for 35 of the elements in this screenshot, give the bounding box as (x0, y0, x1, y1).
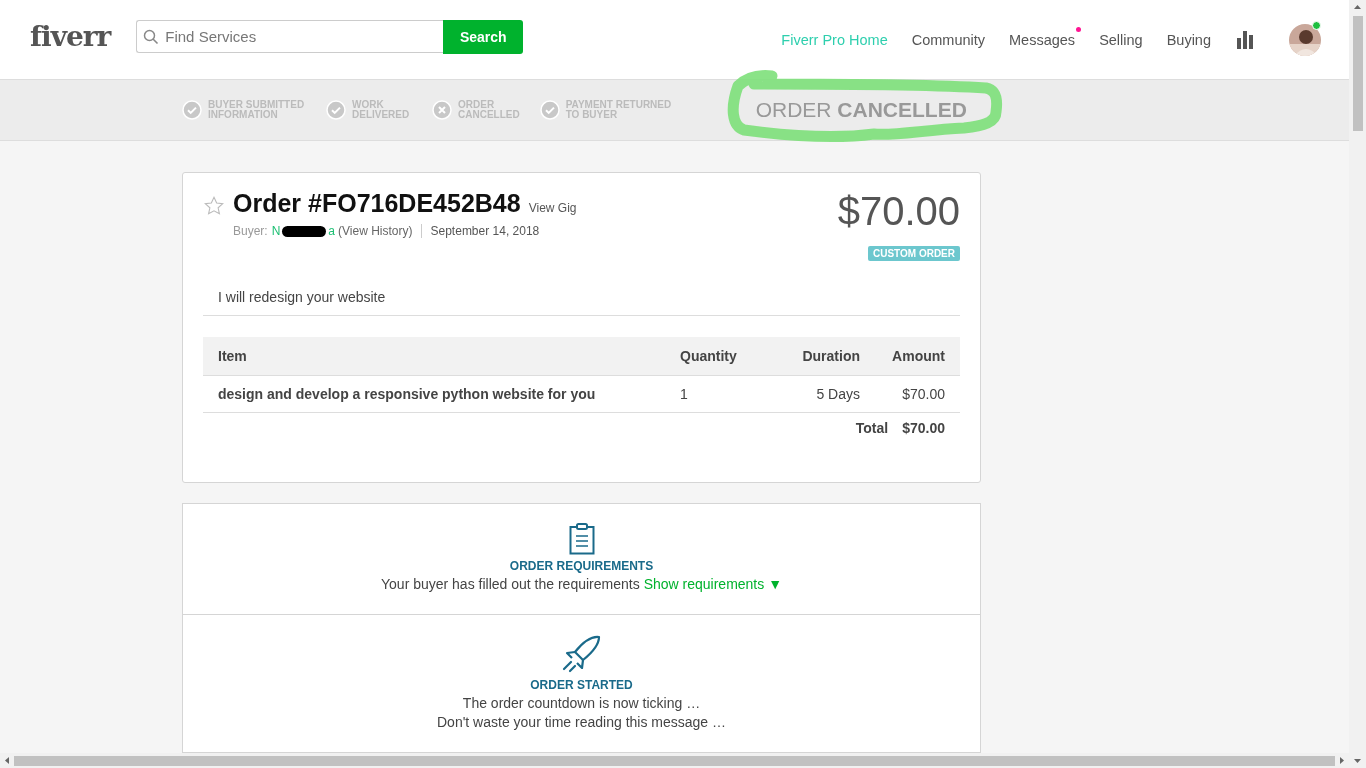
fiverr-logo[interactable]: fiverr (30, 20, 111, 53)
order-date: September 14, 2018 (430, 224, 540, 238)
clipboard-icon (568, 523, 595, 555)
event-title: ORDER STARTED (530, 678, 633, 692)
order-title: Order #FO716DE452B48 (233, 189, 521, 218)
nav-link[interactable]: Selling (1099, 31, 1143, 48)
event-text: The order countdown is now ticking … (462, 695, 701, 711)
view-gig-link[interactable]: View Gig (528, 200, 577, 215)
search-icon (143, 28, 160, 45)
star-icon[interactable] (203, 194, 225, 217)
search-field[interactable]: Find Services (136, 19, 444, 53)
column-header: Duration (770, 337, 875, 376)
gig-description: I will redesign your website (203, 289, 960, 316)
event-title: ORDER REQUIREMENTS (509, 559, 654, 573)
bar-chart-icon[interactable] (1237, 30, 1253, 49)
table-cell: 5 Days (770, 375, 875, 413)
column-header: Quantity (665, 337, 770, 376)
buyer-label: Buyer: (233, 224, 268, 238)
nav-link[interactable]: Buying (1166, 31, 1211, 48)
table-cell: 1 (665, 375, 770, 413)
event-text: Your buyer has filled out the requirements (381, 576, 640, 592)
total-amount: $70.00 (902, 420, 945, 436)
order-status: ORDER CANCELLED (755, 98, 967, 121)
total-label: Total (855, 420, 889, 436)
view-history-link[interactable]: (View History) (338, 224, 422, 238)
nav-link[interactable]: Messages (1009, 31, 1076, 48)
table-cell: design and develop a responsive python website for you (203, 375, 665, 413)
order-price: $70.00 (837, 189, 960, 234)
table-cell: $70.00 (875, 375, 960, 413)
column-header: Item (203, 337, 665, 376)
nav-link[interactable]: Community (911, 31, 986, 48)
event-text: Don't waste your time reading this message … (437, 714, 726, 730)
custom-order-badge: CUSTOM ORDER (867, 246, 960, 261)
rocket-icon (560, 634, 603, 674)
column-header: Amount (875, 337, 960, 376)
